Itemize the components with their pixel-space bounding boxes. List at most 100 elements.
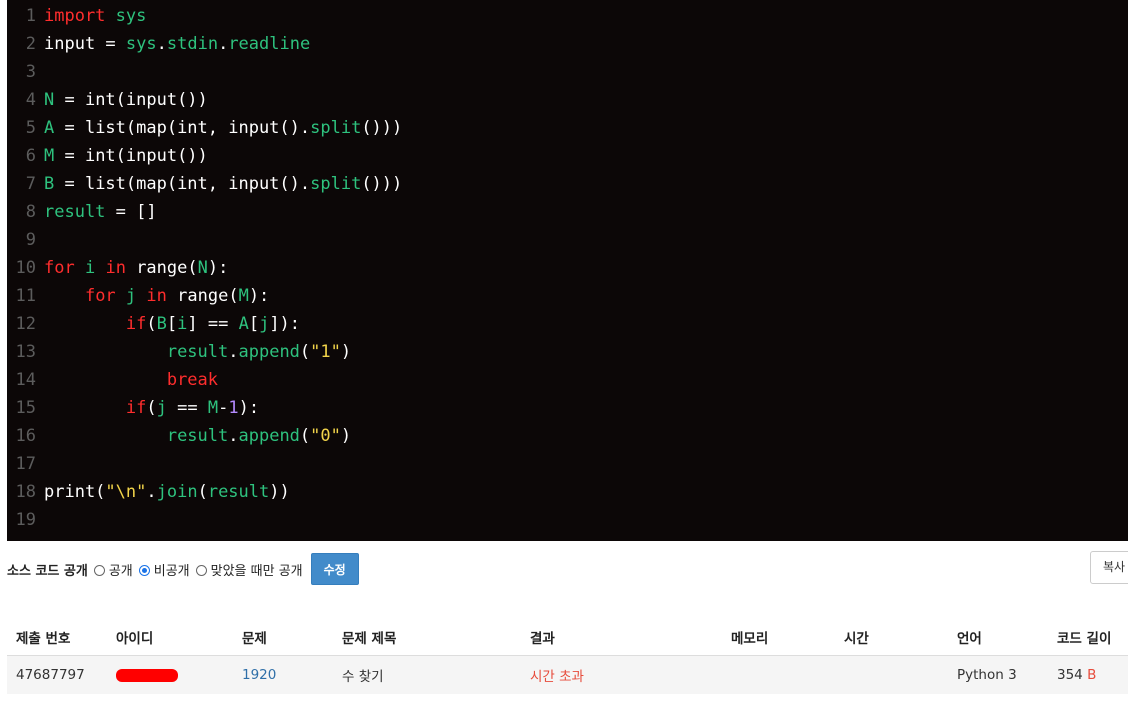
code-token: = int(input())	[54, 90, 208, 110]
code-token: result	[207, 482, 270, 502]
code-token: (	[146, 314, 157, 334]
code-line: 17	[7, 450, 44, 478]
code-token: stdin	[166, 34, 219, 54]
code-token: M	[238, 286, 249, 306]
radio-public-if-correct-label[interactable]: 맞았을 때만 공개	[211, 560, 303, 579]
code-length-value: 354	[1057, 667, 1083, 683]
code-line: 10 for i in range(N):	[7, 254, 229, 282]
code-length-unit: B	[1087, 667, 1097, 683]
line-number: 18	[15, 482, 36, 502]
code-token: (	[197, 482, 208, 502]
code-line: 6M = int(input())	[7, 142, 208, 170]
radio-public-label[interactable]: 공개	[109, 560, 133, 579]
code-token: break	[166, 370, 219, 390]
code-editor[interactable]: 1 import sys 2 input = sys.stdin.readline 3 4…	[7, 0, 1128, 541]
code-text: M = int(input())	[36, 142, 208, 170]
code-token: A	[238, 314, 249, 334]
code-token: ()))	[361, 118, 403, 138]
code-token: split	[310, 118, 362, 138]
code-text: A = list(map(int, input().split()))	[36, 114, 402, 142]
line-number: 17	[15, 454, 36, 474]
code-token: "1"	[310, 342, 341, 362]
code-token: ==	[166, 398, 208, 418]
table-header-row: 제출 번호 아이디 문제 문제 제목 결과 메모리 시간 언어 코드 길이	[7, 619, 1128, 656]
cell-time	[835, 655, 948, 694]
code-line: 3	[7, 58, 44, 86]
code-token: .	[218, 34, 229, 54]
code-line: 15 if(j == M-1):	[7, 394, 260, 422]
line-number: 2	[25, 34, 36, 54]
code-token: i	[84, 258, 96, 278]
edit-button[interactable]: 수정	[310, 553, 359, 585]
code-token: )	[340, 342, 352, 362]
radio-public-if-correct[interactable]	[195, 564, 207, 576]
code-token: j	[125, 286, 137, 306]
cell-language[interactable]: Python 3	[948, 655, 1048, 694]
code-token: B	[44, 174, 55, 194]
code-line: 4N = int(input())	[7, 86, 208, 114]
radio-public[interactable]	[93, 564, 105, 576]
header-problem-title: 문제 제목	[333, 619, 521, 656]
header-submission-id: 제출 번호	[7, 619, 107, 656]
code-text: N = int(input())	[36, 86, 208, 114]
code-token: = list(map(int, input().	[54, 118, 311, 138]
code-token: ()))	[361, 174, 403, 194]
header-language: 언어	[948, 619, 1048, 656]
code-token: result	[166, 426, 229, 446]
code-token: [	[248, 314, 260, 334]
code-token: )	[340, 426, 352, 446]
radio-private[interactable]	[138, 564, 150, 576]
code-token: M	[207, 398, 219, 418]
code-token: "0"	[310, 426, 341, 446]
code-token: A	[44, 118, 55, 138]
code-line: 12 if(B[i] == A[j]):	[7, 310, 301, 338]
code-line: 9	[7, 226, 44, 254]
code-token: = list(map(int, input().	[54, 174, 311, 194]
code-token: print(	[44, 482, 106, 502]
code-line: 8 result = []	[7, 198, 157, 226]
code-token: append	[238, 426, 300, 446]
code-line: 2 input = sys.stdin.readline	[7, 30, 310, 58]
cell-code-length[interactable]: 354 B	[1048, 655, 1128, 694]
radio-private-label[interactable]: 비공개	[154, 560, 190, 579]
code-line: 18 print("\n".join(result))	[7, 478, 290, 506]
code-token: join	[156, 482, 198, 502]
code-text: for j in range(M):	[36, 282, 269, 310]
code-token: = int(input())	[54, 146, 208, 166]
header-result: 결과	[521, 619, 722, 656]
code-token: input	[44, 34, 96, 54]
code-token: j	[259, 314, 270, 334]
code-token: =	[95, 34, 126, 54]
code-token: range(	[125, 258, 198, 278]
copy-button[interactable]: 복사	[1090, 551, 1128, 584]
line-number: 1	[25, 6, 36, 26]
code-token: N	[197, 258, 208, 278]
cell-submission-id: 47687797	[7, 655, 107, 694]
line-number: 5	[25, 118, 36, 138]
code-text: if(B[i] == A[j]):	[36, 310, 300, 338]
cell-user-id[interactable]	[107, 655, 233, 694]
code-token: result	[44, 202, 106, 222]
code-text: for i in range(N):	[36, 254, 228, 282]
result-status: 시간 초과	[530, 669, 584, 685]
code-token: .	[156, 34, 167, 54]
code-text: import sys	[36, 2, 146, 30]
code-token: result	[166, 342, 229, 362]
line-number: 3	[25, 62, 36, 82]
line-number: 9	[25, 230, 36, 250]
code-text: if(j == M-1):	[36, 394, 259, 422]
code-token: in	[146, 286, 167, 306]
code-token: sys	[105, 6, 147, 26]
code-text: result.append("0")	[36, 422, 351, 450]
code-token: import	[44, 6, 106, 26]
problem-link[interactable]: 1920	[242, 667, 276, 683]
code-line: 5A = list(map(int, input().split()))	[7, 114, 403, 142]
line-number: 7	[25, 174, 36, 194]
code-token: .	[146, 482, 157, 502]
